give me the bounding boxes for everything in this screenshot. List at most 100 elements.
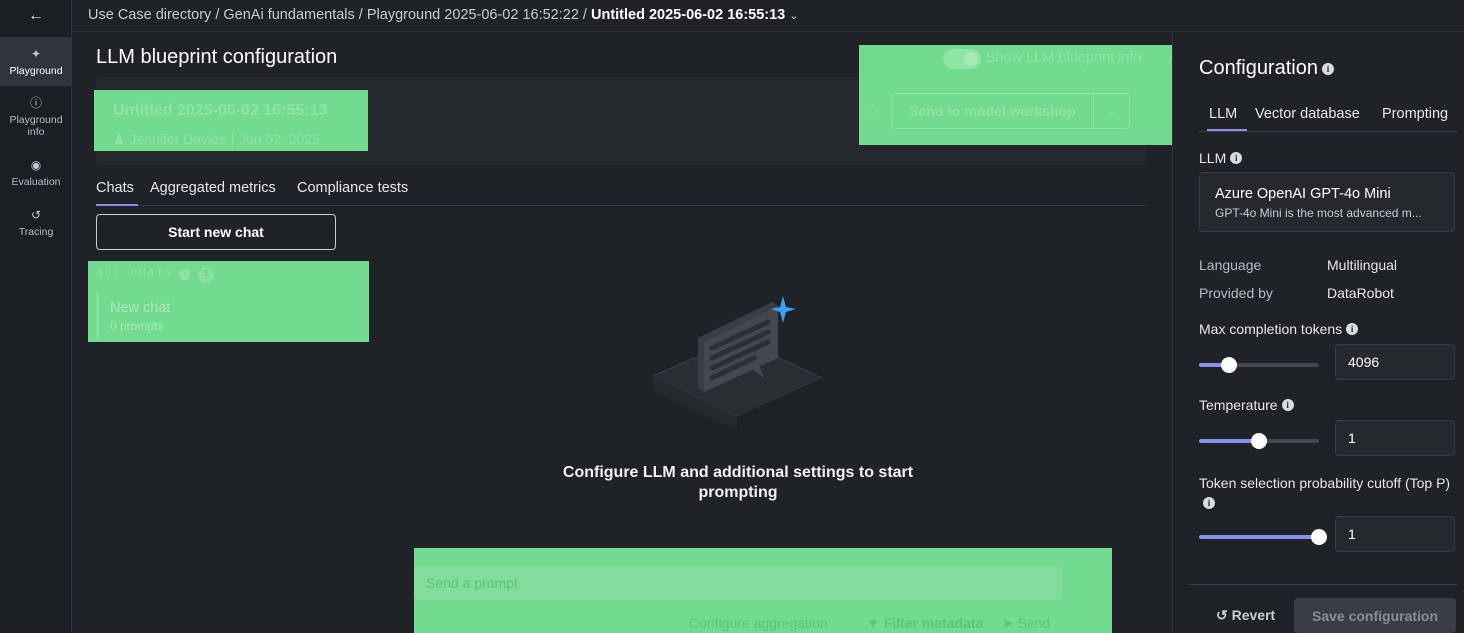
nav-item-tracing[interactable]: ↺ Tracing (0, 208, 72, 238)
language-label: Language (1199, 257, 1262, 273)
send-label: Send (1017, 615, 1051, 631)
paper-plane-icon: ➤ (1002, 615, 1014, 631)
empty-state-message: Configure LLM and additional settings to… (562, 464, 914, 501)
blueprint-meta: ♟ Jennifer Davies Jun 02, 2025 (113, 131, 320, 148)
top-p-input[interactable] (1335, 516, 1455, 552)
user-icon: ♟ (113, 131, 126, 147)
language-value: Multilingual (1327, 257, 1398, 273)
max-tokens-slider[interactable] (1199, 357, 1319, 373)
chevron-down-icon[interactable]: ⌄ (789, 9, 798, 22)
toggle-knob (964, 52, 978, 66)
info-icon: i (179, 269, 191, 280)
nav-item-playground-info[interactable]: ⓘ Playground info (0, 96, 72, 138)
tab-prompting[interactable]: Prompting (1382, 106, 1448, 122)
send-button[interactable]: ➤ Send (1002, 615, 1050, 632)
max-tokens-label-text: Max completion tokens (1199, 321, 1343, 337)
all-chats-header: ALL CHATS i 1 (96, 267, 215, 283)
chat-title: New chat (110, 300, 171, 316)
send-options-dropdown[interactable]: ⌄ (1093, 93, 1130, 129)
info-icon[interactable]: i (1281, 399, 1294, 411)
blueprint-date: Jun 02, 2025 (238, 131, 320, 147)
filter-icon: ▼ (866, 615, 880, 631)
temperature-label-text: Temperature (1199, 397, 1278, 413)
max-tokens-input[interactable] (1335, 344, 1455, 380)
breadcrumb-separator: / (354, 7, 367, 23)
info-icon[interactable]: i (1203, 497, 1215, 509)
tab-vector-database[interactable]: Vector database (1255, 106, 1360, 122)
blueprint-name[interactable]: Untitled 2025-06-02 16:55:13 (113, 102, 327, 120)
slider-fill (1199, 535, 1319, 539)
llm-label-text: LLM (1199, 150, 1227, 166)
chat-bubble-illustration-icon (651, 296, 824, 431)
page-title: LLM blueprint configuration (96, 46, 338, 68)
prompt-input[interactable] (414, 566, 1062, 600)
divider (231, 132, 233, 146)
configure-aggregation-link[interactable]: Configure aggregation (689, 615, 828, 631)
top-p-label-text: Token selection probability cutoff (Top … (1199, 475, 1451, 491)
tab-compliance-tests[interactable]: Compliance tests (297, 180, 408, 196)
nav-item-label: Evaluation (11, 176, 61, 188)
breadcrumb-current[interactable]: Untitled 2025-06-02 16:55:13 (591, 7, 785, 23)
tab-llm[interactable]: LLM (1206, 106, 1248, 131)
provided-by-label: Provided by (1199, 285, 1273, 301)
slider-handle[interactable] (1221, 357, 1237, 373)
history-icon: ↺ (30, 208, 42, 222)
info-icon[interactable]: i (1321, 63, 1334, 75)
breadcrumb: Use Case directory / GenAi fundamentals … (88, 7, 798, 23)
configuration-title: Configuration i (1199, 57, 1334, 80)
llm-label: LLM i (1199, 150, 1243, 166)
panel-footer-divider (1189, 584, 1457, 585)
temperature-input[interactable] (1335, 420, 1455, 456)
nav-item-evaluation[interactable]: ◉ Evaluation (0, 158, 72, 188)
chat-subtitle: 0 prompts (110, 319, 164, 333)
main-tabs: Chats Aggregated metrics Compliance test… (96, 178, 1147, 206)
top-bar: Use Case directory / GenAi fundamentals … (72, 0, 1464, 32)
chevron-down-icon: ⌄ (1106, 104, 1117, 118)
breadcrumb-playground[interactable]: Playground 2025-06-02 16:52:22 (367, 7, 579, 23)
info-icon[interactable]: i (1346, 323, 1359, 335)
chat-count-badge: 1 (198, 267, 215, 283)
breadcrumb-genai-fundamentals[interactable]: GenAi fundamentals (223, 7, 354, 23)
chat-list-item[interactable]: New chat 0 prompts (96, 294, 361, 338)
breadcrumb-use-case-directory[interactable]: Use Case directory (88, 7, 211, 23)
blueprint-author: Jennifer Davies (129, 131, 226, 147)
filter-metadata-label: Filter metadata (883, 615, 984, 631)
show-info-toggle[interactable] (943, 49, 981, 69)
back-arrow-icon[interactable]: ← (25, 6, 47, 26)
filter-metadata-button[interactable]: ▼ Filter metadata (866, 615, 983, 631)
temperature-label: Temperature i (1199, 397, 1294, 413)
temperature-slider[interactable] (1199, 433, 1319, 449)
llm-selector[interactable]: Azure OpenAI GPT-4o Mini GPT-4o Mini is … (1199, 172, 1455, 232)
revert-button[interactable]: ↺ Revert (1216, 607, 1275, 624)
nav-item-label: Playground info (9, 114, 63, 138)
top-p-slider[interactable] (1199, 529, 1327, 545)
target-icon: ◉ (30, 158, 42, 172)
slider-fill (1199, 439, 1259, 443)
send-to-workshop-button[interactable]: Send to model workshop (891, 93, 1094, 129)
show-info-label: Show LLM blueprint info (986, 50, 1142, 66)
llm-description: GPT-4o Mini is the most advanced m... (1215, 206, 1422, 220)
tab-chats[interactable]: Chats (96, 180, 138, 206)
top-p-label: Token selection probability cutoff (Top … (1199, 473, 1459, 513)
undo-icon: ↺ (1216, 607, 1228, 623)
info-icon[interactable]: i (1230, 152, 1243, 164)
breadcrumb-separator: / (578, 7, 591, 23)
revert-label: Revert (1231, 607, 1276, 623)
max-tokens-label: Max completion tokens i (1199, 321, 1359, 337)
save-configuration-button[interactable]: Save configuration (1294, 598, 1456, 633)
tab-aggregated-metrics[interactable]: Aggregated metrics (150, 180, 276, 196)
left-nav-rail: ← ✦ Playground ⓘ Playground info ◉ Evalu… (0, 0, 72, 633)
slider-handle[interactable] (1251, 433, 1267, 449)
llm-name: Azure OpenAI GPT-4o Mini (1215, 186, 1391, 202)
configuration-title-text: Configuration (1199, 57, 1318, 79)
slider-handle[interactable] (1311, 529, 1327, 545)
all-chats-label: ALL CHATS (96, 268, 174, 280)
nav-item-label: Playground (9, 65, 63, 77)
start-new-chat-button[interactable]: Start new chat (96, 214, 336, 250)
config-tabs: LLM Vector database Prompting (1199, 106, 1457, 132)
sparkle-icon: ✦ (30, 47, 42, 61)
nav-item-playground[interactable]: ✦ Playground (0, 37, 72, 86)
star-icon[interactable]: ☆ (865, 101, 880, 121)
nav-item-label: Tracing (18, 226, 54, 238)
info-circle-icon: ⓘ (29, 96, 42, 110)
